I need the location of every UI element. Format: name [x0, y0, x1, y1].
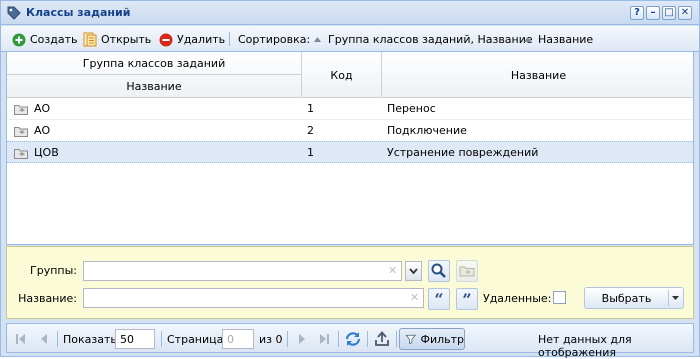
refresh-icon[interactable]: [342, 328, 364, 350]
groups-combobox[interactable]: ✕: [83, 261, 402, 281]
prev-page-icon[interactable]: [33, 328, 55, 350]
data-grid: Группа классов заданий Название Код Назв…: [6, 52, 694, 245]
open-quote-icon: “: [434, 290, 443, 309]
last-page-icon[interactable]: [313, 328, 335, 350]
chevron-down-icon[interactable]: [671, 294, 680, 302]
page-count: из 0: [259, 333, 283, 346]
toolbar-separator: [229, 32, 230, 46]
sort-item-label: Группа классов заданий, Название: [328, 33, 533, 46]
paging-toolbar: Показать 50 Страница 0 из 0 Фильтр Нет д…: [6, 323, 694, 359]
folder-icon: [459, 266, 475, 277]
sort-label: Сортировка:: [238, 32, 310, 47]
cell-group: АО: [34, 124, 51, 137]
search-button[interactable]: [428, 260, 450, 282]
group-browse-button[interactable]: [456, 260, 478, 282]
delete-button[interactable]: Удалить: [159, 32, 225, 47]
cell-code: 2: [307, 124, 314, 137]
document-icon: [83, 32, 97, 47]
cell-group: ЦОВ: [34, 146, 59, 159]
name-label: Название:: [18, 292, 77, 305]
title-bar: Классы заданий ? – □ ✕: [1, 1, 699, 25]
header-divider: [7, 74, 301, 75]
svg-text:”: ”: [462, 290, 471, 309]
sort-asc-icon: [524, 36, 531, 42]
sort-item-name[interactable]: Название: [523, 32, 593, 47]
separator: [161, 331, 162, 347]
separator: [338, 331, 339, 347]
window-title: Классы заданий: [26, 6, 131, 19]
create-label: Создать: [30, 33, 78, 46]
groups-label: Группы:: [30, 264, 77, 277]
show-label: Показать: [63, 333, 117, 346]
minimize-button[interactable]: –: [646, 6, 660, 20]
table-row[interactable]: АО 1 Перенос: [7, 98, 693, 120]
plus-icon: [12, 33, 26, 46]
sort-item-group-name[interactable]: Группа классов заданий, Название: [313, 32, 533, 47]
quote-open-button[interactable]: “: [428, 288, 450, 310]
separator: [287, 331, 288, 347]
separator: [396, 331, 397, 347]
first-page-icon[interactable]: [10, 328, 32, 350]
deleted-checkbox[interactable]: [553, 291, 566, 304]
folder-icon: [14, 127, 28, 137]
toolbar: Создать Открыть Удалить Сортировка: Груп…: [1, 26, 699, 52]
grid-header: Группа классов заданий Название Код Назв…: [7, 52, 693, 98]
open-button[interactable]: Открыть: [83, 32, 151, 47]
page-size-input[interactable]: 50: [115, 329, 155, 349]
cell-group: АО: [34, 102, 51, 115]
clear-icon[interactable]: ✕: [388, 264, 397, 277]
cell-name: Устранение повреждений: [387, 146, 539, 159]
split-divider: [668, 290, 669, 306]
maximize-button[interactable]: □: [662, 6, 676, 20]
select-button-label: Выбрать: [601, 292, 652, 305]
close-button[interactable]: ✕: [678, 6, 692, 20]
search-icon: [431, 263, 446, 278]
help-button[interactable]: ?: [630, 6, 644, 20]
clear-icon[interactable]: ✕: [410, 291, 419, 304]
folder-icon: [14, 149, 28, 159]
groups-dropdown-trigger[interactable]: [405, 261, 422, 281]
create-button[interactable]: Создать: [12, 32, 78, 47]
filter-button-label: Фильтр: [420, 332, 464, 346]
status-text: Нет данных для отображения: [538, 333, 632, 359]
page-label: Страница: [167, 333, 224, 346]
filter-icon: [405, 334, 417, 345]
close-quote-icon: ”: [462, 290, 471, 309]
cell-name: Перенос: [387, 102, 436, 115]
cell-name: Подключение: [387, 124, 467, 137]
chevron-down-icon: [409, 268, 418, 275]
folder-icon: [14, 105, 28, 115]
sort-label-text: Сортировка:: [238, 33, 311, 46]
sort-asc-icon: [314, 36, 321, 42]
cell-code: 1: [307, 146, 314, 159]
separator: [367, 331, 368, 347]
delete-label: Удалить: [177, 33, 226, 46]
sort-item-label: Название: [538, 33, 594, 46]
open-label: Открыть: [101, 33, 152, 46]
name-input[interactable]: ✕: [83, 288, 424, 308]
export-icon[interactable]: [371, 328, 393, 350]
column-code[interactable]: Код: [302, 69, 381, 82]
tag-icon: [7, 6, 21, 20]
cell-code: 1: [307, 102, 314, 115]
select-button[interactable]: Выбрать: [584, 287, 684, 309]
page-number-input[interactable]: 0: [222, 329, 254, 349]
window: Классы заданий ? – □ ✕ Создать Открыть У…: [0, 0, 700, 359]
filter-button[interactable]: Фильтр: [399, 328, 465, 350]
next-page-icon[interactable]: [291, 328, 313, 350]
svg-text:“: “: [434, 290, 443, 309]
separator: [57, 331, 58, 347]
deleted-label: Удаленные:: [483, 292, 552, 305]
filter-panel: Группы: ✕ Название: ✕ “ ” Удаленные: Выб…: [6, 246, 694, 319]
column-group-name[interactable]: Название: [7, 80, 301, 93]
column-name[interactable]: Название: [382, 69, 693, 82]
quote-close-button[interactable]: ”: [456, 288, 478, 310]
minus-icon: [159, 33, 173, 46]
table-row[interactable]: АО 2 Подключение: [7, 120, 693, 142]
column-group-header: Группа классов заданий: [82, 57, 226, 70]
table-row[interactable]: ЦОВ 1 Устранение повреждений: [7, 141, 693, 163]
